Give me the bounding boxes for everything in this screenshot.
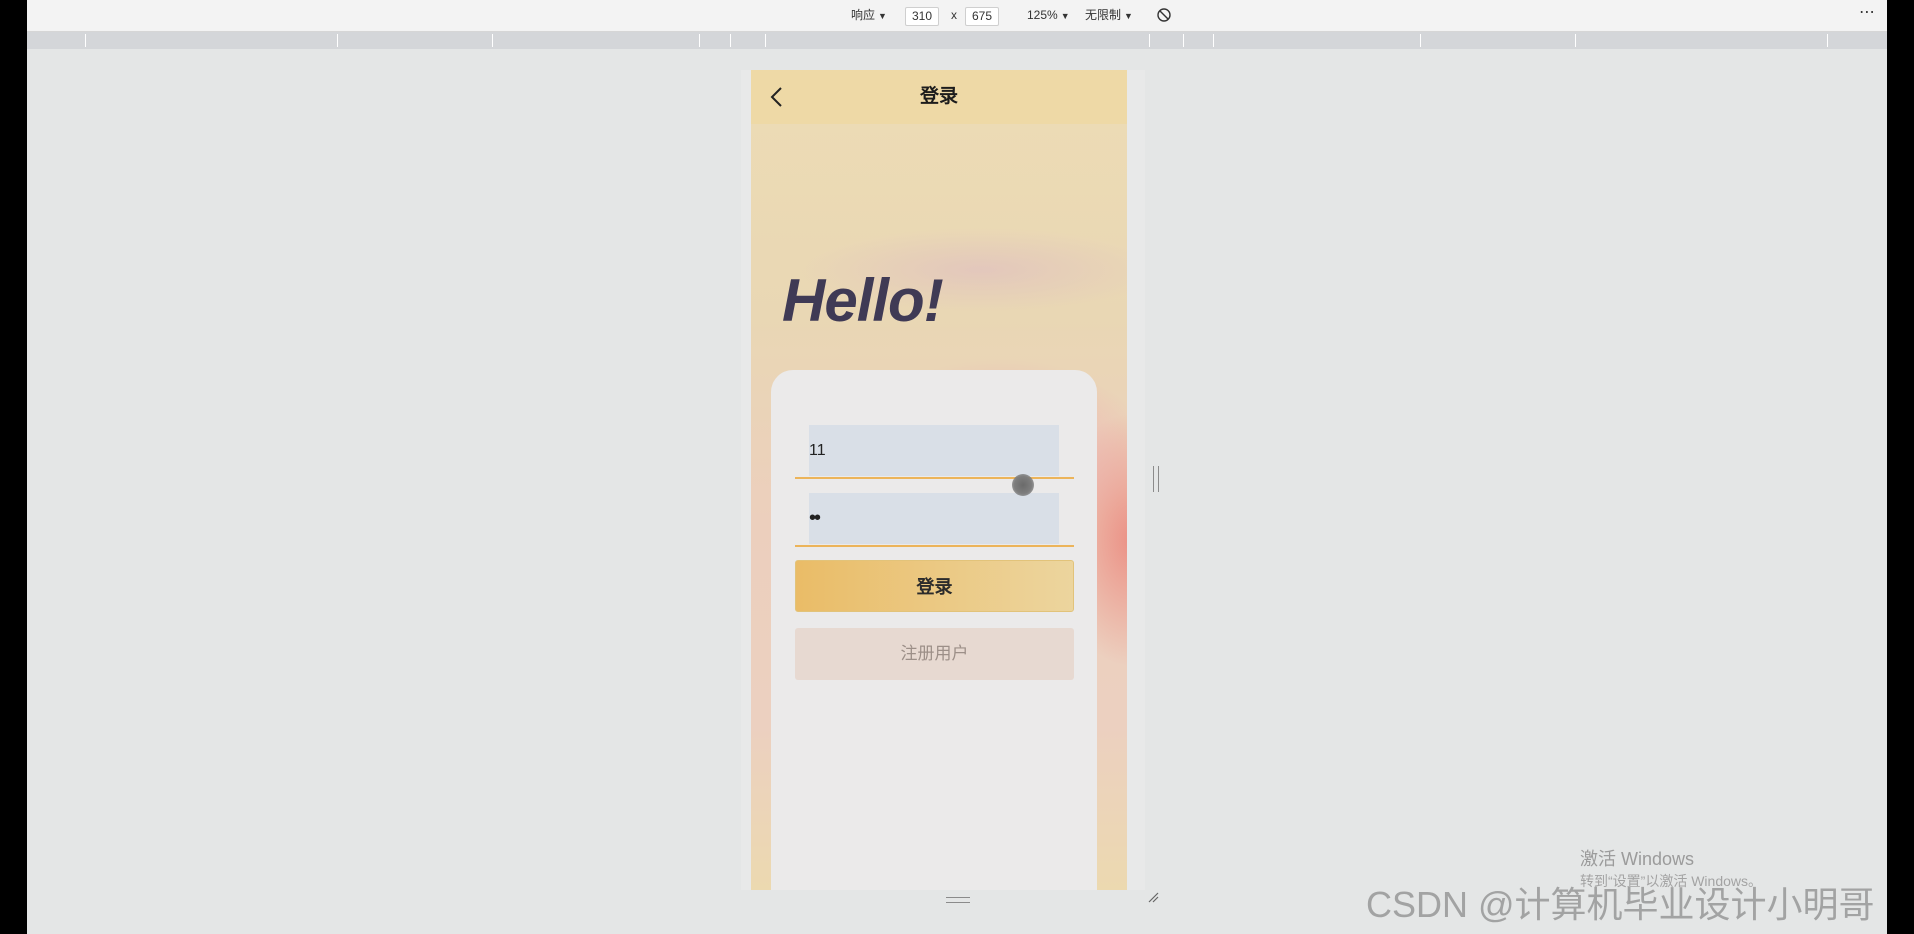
times-sign: x	[951, 8, 957, 22]
media-query-segment[interactable]	[85, 34, 86, 47]
rotate-icon	[1157, 8, 1171, 22]
app-screen: 登录 Hello! 11 •• 登录 注册用户	[751, 70, 1127, 890]
device-viewport: 登录 Hello! 11 •• 登录 注册用户	[741, 70, 1145, 890]
media-query-segment[interactable]	[1183, 34, 1184, 47]
caret-down-icon: ▼	[878, 11, 887, 21]
resize-handle-right[interactable]	[1153, 466, 1159, 492]
media-query-segment[interactable]	[492, 34, 493, 47]
username-value: 11	[809, 442, 826, 459]
media-query-segment[interactable]	[1420, 34, 1421, 47]
media-query-segment[interactable]	[699, 34, 700, 47]
media-query-segment[interactable]	[1827, 34, 1828, 47]
media-query-segment[interactable]	[1575, 34, 1576, 47]
zoom-label: 125%	[1027, 8, 1058, 22]
password-input[interactable]	[809, 493, 1059, 544]
media-query-segment[interactable]	[765, 34, 766, 47]
login-button[interactable]: 登录	[795, 560, 1074, 612]
dimensions-dropdown[interactable]: 响应 ▼	[851, 7, 887, 24]
password-value: ••	[809, 507, 821, 529]
rotate-button[interactable]	[1156, 7, 1172, 24]
resize-corner-icon[interactable]	[1147, 891, 1159, 903]
nav-bar: 登录	[751, 70, 1127, 124]
username-input[interactable]	[809, 425, 1059, 476]
password-field[interactable]: ••	[795, 493, 1074, 547]
media-query-segment[interactable]	[1149, 34, 1150, 47]
media-query-segment[interactable]	[337, 34, 338, 47]
media-query-bar[interactable]	[27, 32, 1887, 49]
width-input[interactable]: 310	[905, 7, 940, 26]
more-options-button[interactable]: ⋯	[1859, 4, 1876, 21]
register-button[interactable]: 注册用户	[795, 628, 1074, 680]
caret-down-icon: ▼	[1124, 11, 1133, 21]
media-query-segment[interactable]	[730, 34, 731, 47]
csdn-watermark: CSDN @计算机毕业设计小明哥	[1366, 884, 1875, 925]
height-value: 675	[972, 9, 993, 23]
throttle-dropdown[interactable]: 无限制 ▼	[1085, 7, 1133, 24]
height-input[interactable]: 675	[965, 7, 1000, 26]
touch-cursor	[1012, 474, 1034, 496]
resize-handle-bottom[interactable]	[946, 897, 970, 903]
activate-windows-title: 激活 Windows	[1580, 849, 1695, 869]
zoom-dropdown[interactable]: 125% ▼	[1027, 7, 1070, 24]
device-toolbar: 响应 ▼ 310 x 675 125% ▼ 无限制 ▼ ⋯	[27, 0, 1887, 32]
caret-down-icon: ▼	[1060, 11, 1070, 21]
dimensions-label: 响应	[851, 8, 876, 22]
media-query-segment[interactable]	[1213, 34, 1214, 47]
login-card: 11 •• 登录 注册用户	[771, 370, 1097, 890]
throttle-label: 无限制	[1085, 8, 1122, 22]
page-title: 登录	[919, 86, 958, 107]
username-field[interactable]: 11	[795, 425, 1074, 479]
width-value: 310	[912, 9, 933, 23]
hello-heading: Hello!	[782, 267, 944, 334]
